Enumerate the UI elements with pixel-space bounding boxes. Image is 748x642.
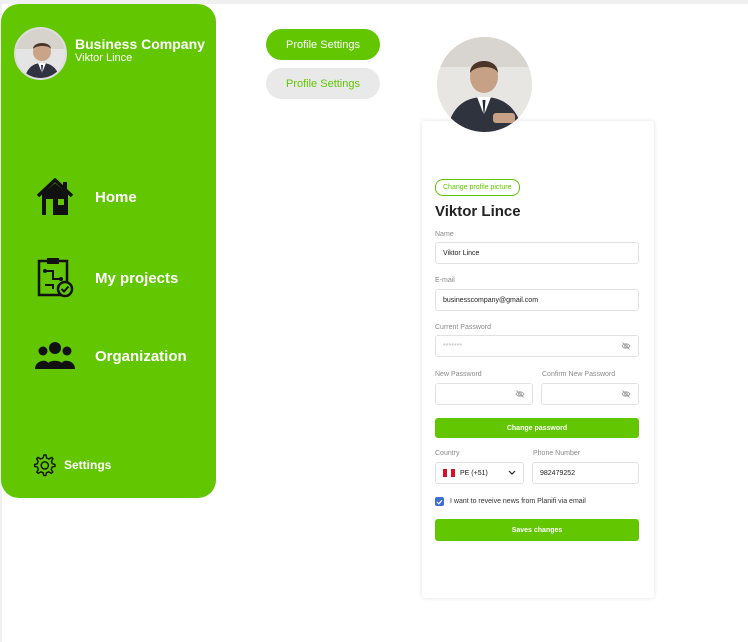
phone-label: Phone Number <box>533 450 581 457</box>
profile-avatar <box>437 37 532 132</box>
new-password-label: New Password <box>435 371 482 378</box>
name-value: Viktor Lince <box>443 249 480 257</box>
sidebar-item-label: Home <box>95 188 137 206</box>
email-value: businesscompany@gmail.com <box>443 296 539 304</box>
confirm-password-label: Confirm New Password <box>542 371 616 378</box>
gear-icon <box>32 453 56 477</box>
check-icon <box>436 499 443 505</box>
eye-slash-icon[interactable] <box>621 341 631 351</box>
profile-settings-button[interactable]: Profile Settings <box>266 29 380 60</box>
country-value: PE (+51) <box>460 469 488 477</box>
profile-card: Change profile picture Viktor Lince Name… <box>422 121 654 598</box>
profile-name-heading: Viktor Lince <box>435 203 521 220</box>
sidebar-item-my-projects[interactable]: My projects <box>33 256 178 300</box>
current-password-label: Current Password <box>435 324 492 331</box>
name-label: Name <box>435 231 454 238</box>
phone-field[interactable]: 982479252 <box>532 462 639 484</box>
current-password-value: ******* <box>443 342 463 350</box>
peru-flag-icon <box>443 469 455 477</box>
sidebar-item-organization[interactable]: Organization <box>33 334 187 378</box>
eye-slash-icon[interactable] <box>621 389 631 399</box>
phone-value: 982479252 <box>540 469 576 477</box>
eye-slash-icon[interactable] <box>515 389 525 399</box>
chevron-down-icon <box>508 470 516 475</box>
email-label: E-mail <box>435 277 455 284</box>
sidebar-item-home[interactable]: Home <box>33 175 137 219</box>
change-password-button[interactable]: Change password <box>435 418 639 438</box>
new-password-field[interactable] <box>435 383 533 405</box>
avatar[interactable] <box>14 27 67 80</box>
house-icon <box>33 175 77 219</box>
sidebar: Business Company Viktor Lince Home My pr… <box>1 4 216 498</box>
group-icon <box>33 334 77 378</box>
profile-settings-button-secondary[interactable]: Profile Settings <box>266 68 380 99</box>
change-profile-picture-button[interactable]: Change profile picture <box>435 179 520 196</box>
sidebar-item-label: My projects <box>95 269 179 287</box>
sidebar-item-label: Organization <box>95 347 187 365</box>
newsletter-option[interactable]: I want to reveive news from Planifi via … <box>435 497 586 506</box>
newsletter-checkbox[interactable] <box>435 497 444 506</box>
user-name: Viktor Lince <box>75 52 133 64</box>
country-select[interactable]: PE (+51) <box>435 462 524 484</box>
confirm-password-field[interactable] <box>541 383 639 405</box>
settings-label: Settings <box>64 458 112 472</box>
newsletter-label: I want to reveive news from Planifi via … <box>450 498 586 505</box>
projects-icon <box>33 256 77 300</box>
save-changes-button[interactable]: Saves changes <box>435 519 639 541</box>
country-label: Country <box>435 450 460 457</box>
name-field[interactable]: Viktor Lince <box>435 242 639 264</box>
sidebar-item-settings[interactable]: Settings <box>32 453 111 477</box>
current-password-field[interactable]: ******* <box>435 335 639 357</box>
company-name: Business Company <box>75 36 205 52</box>
email-field[interactable]: businesscompany@gmail.com <box>435 289 639 311</box>
